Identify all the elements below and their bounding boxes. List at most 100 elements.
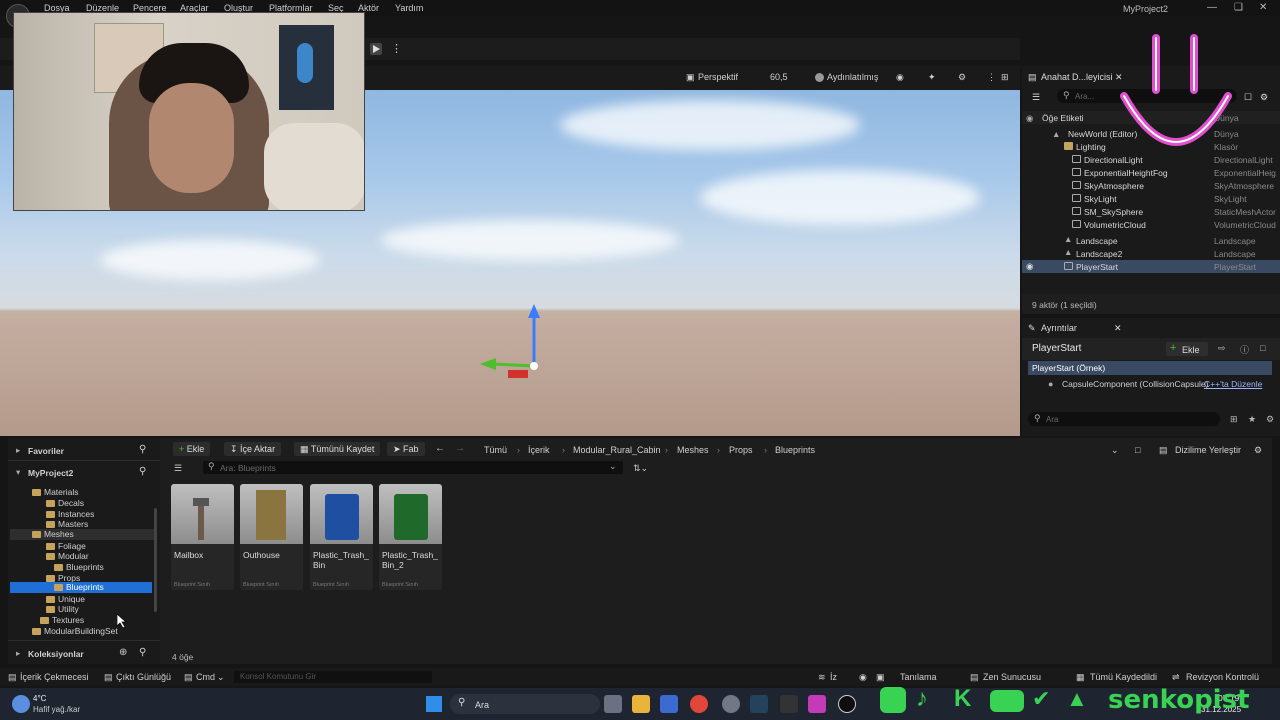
breadcrumb-item[interactable]: Modular_Rural_Cabin bbox=[573, 445, 661, 455]
chevron-down-icon[interactable]: ⌄ bbox=[1111, 445, 1119, 456]
cmd-dropdown[interactable]: Cmd bbox=[196, 672, 215, 682]
grid-icon[interactable]: ⊞ bbox=[1230, 414, 1238, 425]
asset-tile-outhouse[interactable]: Outhouse Blueprint Sınıfı bbox=[240, 484, 303, 590]
show-icon[interactable]: ◉ bbox=[896, 72, 904, 83]
component-row[interactable]: ● CapsuleComponent (CollisionCapsule) C+… bbox=[1028, 377, 1272, 391]
collections-header[interactable]: Koleksiyonlar bbox=[28, 649, 84, 659]
search-icon[interactable]: ⚲ bbox=[139, 444, 146, 455]
tree-item-foliage[interactable]: Foliage bbox=[46, 541, 86, 551]
file-explorer-icon[interactable] bbox=[632, 695, 650, 713]
star-icon[interactable]: ★ bbox=[1248, 414, 1256, 425]
menu-help[interactable]: Yardım bbox=[395, 3, 423, 13]
sort-icon[interactable]: ⇅⌄ bbox=[633, 463, 648, 474]
breadcrumb-item[interactable]: Tümü bbox=[484, 445, 507, 455]
asset-tile-plastic-trash-bin-2[interactable]: Plastic_Trash_ Bin_2 Blueprint Sınıfı bbox=[379, 484, 442, 590]
tree-item-meshes[interactable]: Meshes bbox=[10, 529, 154, 540]
details-tab[interactable]: Ayrıntılar bbox=[1041, 323, 1077, 333]
play-icon[interactable] bbox=[370, 43, 382, 55]
tree-scrollbar[interactable] bbox=[154, 508, 157, 612]
tree-item-modularbuildingset[interactable]: ModularBuildingSet bbox=[32, 626, 118, 636]
app-icon[interactable] bbox=[808, 695, 826, 713]
back-icon[interactable]: ← bbox=[435, 443, 445, 454]
fab-button[interactable]: ➤ Fab bbox=[387, 442, 425, 456]
import-button[interactable]: ↧ İçe Aktar bbox=[224, 442, 282, 456]
weather-text[interactable]: Hafif yağ./kar bbox=[33, 705, 80, 714]
breadcrumb-item[interactable]: Props bbox=[729, 445, 753, 455]
console-input[interactable]: Konsol Komutunu Gir bbox=[234, 671, 432, 683]
record-icon[interactable]: ◉ bbox=[859, 672, 867, 683]
fov-value[interactable]: 60,5 bbox=[770, 72, 788, 82]
add-component-button[interactable]: + Ekle bbox=[1166, 342, 1208, 356]
help-icon[interactable]: ⓘ bbox=[1240, 343, 1249, 356]
minimize-icon[interactable]: — bbox=[1207, 2, 1217, 13]
visibility-icon[interactable]: ◉ bbox=[1026, 261, 1033, 272]
chrome-icon[interactable] bbox=[690, 695, 708, 713]
outliner-row[interactable]: SkyLight SkyLight bbox=[1022, 192, 1280, 205]
dock-in-layout-button[interactable]: Dizilime Yerleştir bbox=[1175, 445, 1241, 455]
outliner-row[interactable]: ExponentialHeightFog ExponentialHeig bbox=[1022, 166, 1280, 179]
diagnose-button[interactable]: Tanılama bbox=[900, 672, 937, 682]
blueprint-icon[interactable]: ⇨ bbox=[1218, 343, 1226, 354]
component-instance-row[interactable]: PlayerStart (Örnek) bbox=[1028, 361, 1272, 375]
favorites-header[interactable]: Favoriler bbox=[28, 446, 64, 456]
outliner-row-selected[interactable]: ◉ PlayerStart PlayerStart bbox=[1022, 260, 1280, 273]
outliner-row[interactable]: SkyAtmosphere SkyAtmosphere bbox=[1022, 179, 1280, 192]
epic-games-icon[interactable] bbox=[780, 695, 798, 713]
settings-icon[interactable]: ⚙ bbox=[1254, 445, 1262, 456]
tree-item-decals[interactable]: Decals bbox=[46, 498, 84, 508]
lock-icon[interactable]: □ bbox=[1135, 445, 1140, 455]
windows-start-icon[interactable] bbox=[426, 696, 442, 712]
close-tab-icon[interactable]: ✕ bbox=[1114, 323, 1122, 334]
content-drawer-button[interactable]: İçerik Çekmecesi bbox=[20, 672, 89, 682]
steam-icon[interactable] bbox=[750, 695, 768, 713]
add-button[interactable]: + Ekle bbox=[173, 442, 211, 456]
outliner-tab[interactable]: Anahat D...leyicisi bbox=[1041, 72, 1113, 82]
view-mode-dropdown[interactable]: Perspektif bbox=[698, 72, 738, 82]
project-header[interactable]: MyProject2 bbox=[28, 468, 73, 478]
expand-arrow-icon[interactable]: ▸ bbox=[16, 445, 20, 456]
output-log-button[interactable]: Çıktı Günlüğü bbox=[116, 672, 171, 682]
tree-item-instances[interactable]: Instances bbox=[46, 509, 94, 519]
task-view-icon[interactable] bbox=[604, 695, 622, 713]
more-options-icon[interactable]: ⋮ bbox=[391, 42, 402, 55]
tree-item-modular[interactable]: Modular bbox=[46, 551, 89, 561]
expand-arrow-icon[interactable]: ▸ bbox=[16, 648, 20, 659]
details-search-input[interactable]: ⚲ Ara bbox=[1028, 412, 1220, 426]
breadcrumb-item[interactable]: İçerik bbox=[528, 445, 550, 455]
maximize-icon[interactable]: ❏ bbox=[1234, 2, 1243, 13]
tree-item-utility[interactable]: Utility bbox=[46, 604, 79, 614]
transform-icon[interactable]: ✦ bbox=[928, 72, 936, 83]
lock-icon[interactable]: □ bbox=[1260, 343, 1265, 353]
weather-icon[interactable] bbox=[12, 695, 30, 713]
filter-icon[interactable]: ☰ bbox=[174, 463, 182, 474]
settings-icon[interactable]: ⚙ bbox=[958, 72, 966, 83]
unreal-editor-icon[interactable] bbox=[838, 695, 856, 713]
tree-item-materials[interactable]: Materials bbox=[32, 487, 78, 497]
lighting-dropdown[interactable]: Aydınlatılmış bbox=[827, 72, 878, 82]
outliner-row[interactable]: SM_SkySphere StaticMeshActor bbox=[1022, 205, 1280, 218]
search-icon[interactable]: ⚲ bbox=[139, 466, 146, 477]
tree-item-masters[interactable]: Masters bbox=[46, 519, 88, 529]
zen-server-button[interactable]: Zen Sunucusu bbox=[983, 672, 1041, 682]
transform-gizmo[interactable] bbox=[478, 302, 548, 382]
add-folder-icon[interactable]: ☐ bbox=[1244, 92, 1252, 103]
filter-icon[interactable]: ☰ bbox=[1032, 92, 1040, 103]
actor-name[interactable]: PlayerStart bbox=[1032, 343, 1081, 354]
tree-item-blueprints-selected[interactable]: Blueprints bbox=[10, 582, 152, 593]
asset-tile-mailbox[interactable]: Mailbox Blueprint Sınıfı bbox=[171, 484, 234, 590]
breadcrumb-item[interactable]: Blueprints bbox=[775, 445, 815, 455]
trace-button[interactable]: İz bbox=[830, 672, 837, 682]
settings-icon[interactable]: ⚙ bbox=[1260, 92, 1268, 103]
tree-item-blueprints[interactable]: Blueprints bbox=[54, 562, 104, 572]
edit-cpp-link[interactable]: C++'ta Düzenle bbox=[1204, 379, 1262, 389]
settings-icon[interactable]: ⚙ bbox=[1266, 414, 1274, 425]
forward-icon[interactable]: → bbox=[455, 443, 465, 454]
chevron-down-icon[interactable]: ⌄ bbox=[217, 672, 225, 683]
taskbar-search[interactable]: ⚲ Ara bbox=[450, 694, 600, 714]
add-collection-icon[interactable]: ⊕ bbox=[119, 647, 127, 658]
column-label[interactable]: Öğe Etiketi bbox=[1042, 113, 1084, 123]
asset-tile-plastic-trash-bin[interactable]: Plastic_Trash_ Bin Blueprint Sınıfı bbox=[310, 484, 373, 590]
store-icon[interactable] bbox=[660, 695, 678, 713]
outliner-row[interactable]: VolumetricCloud VolumetricCloud bbox=[1022, 218, 1280, 231]
tree-item-unique[interactable]: Unique bbox=[46, 594, 85, 604]
